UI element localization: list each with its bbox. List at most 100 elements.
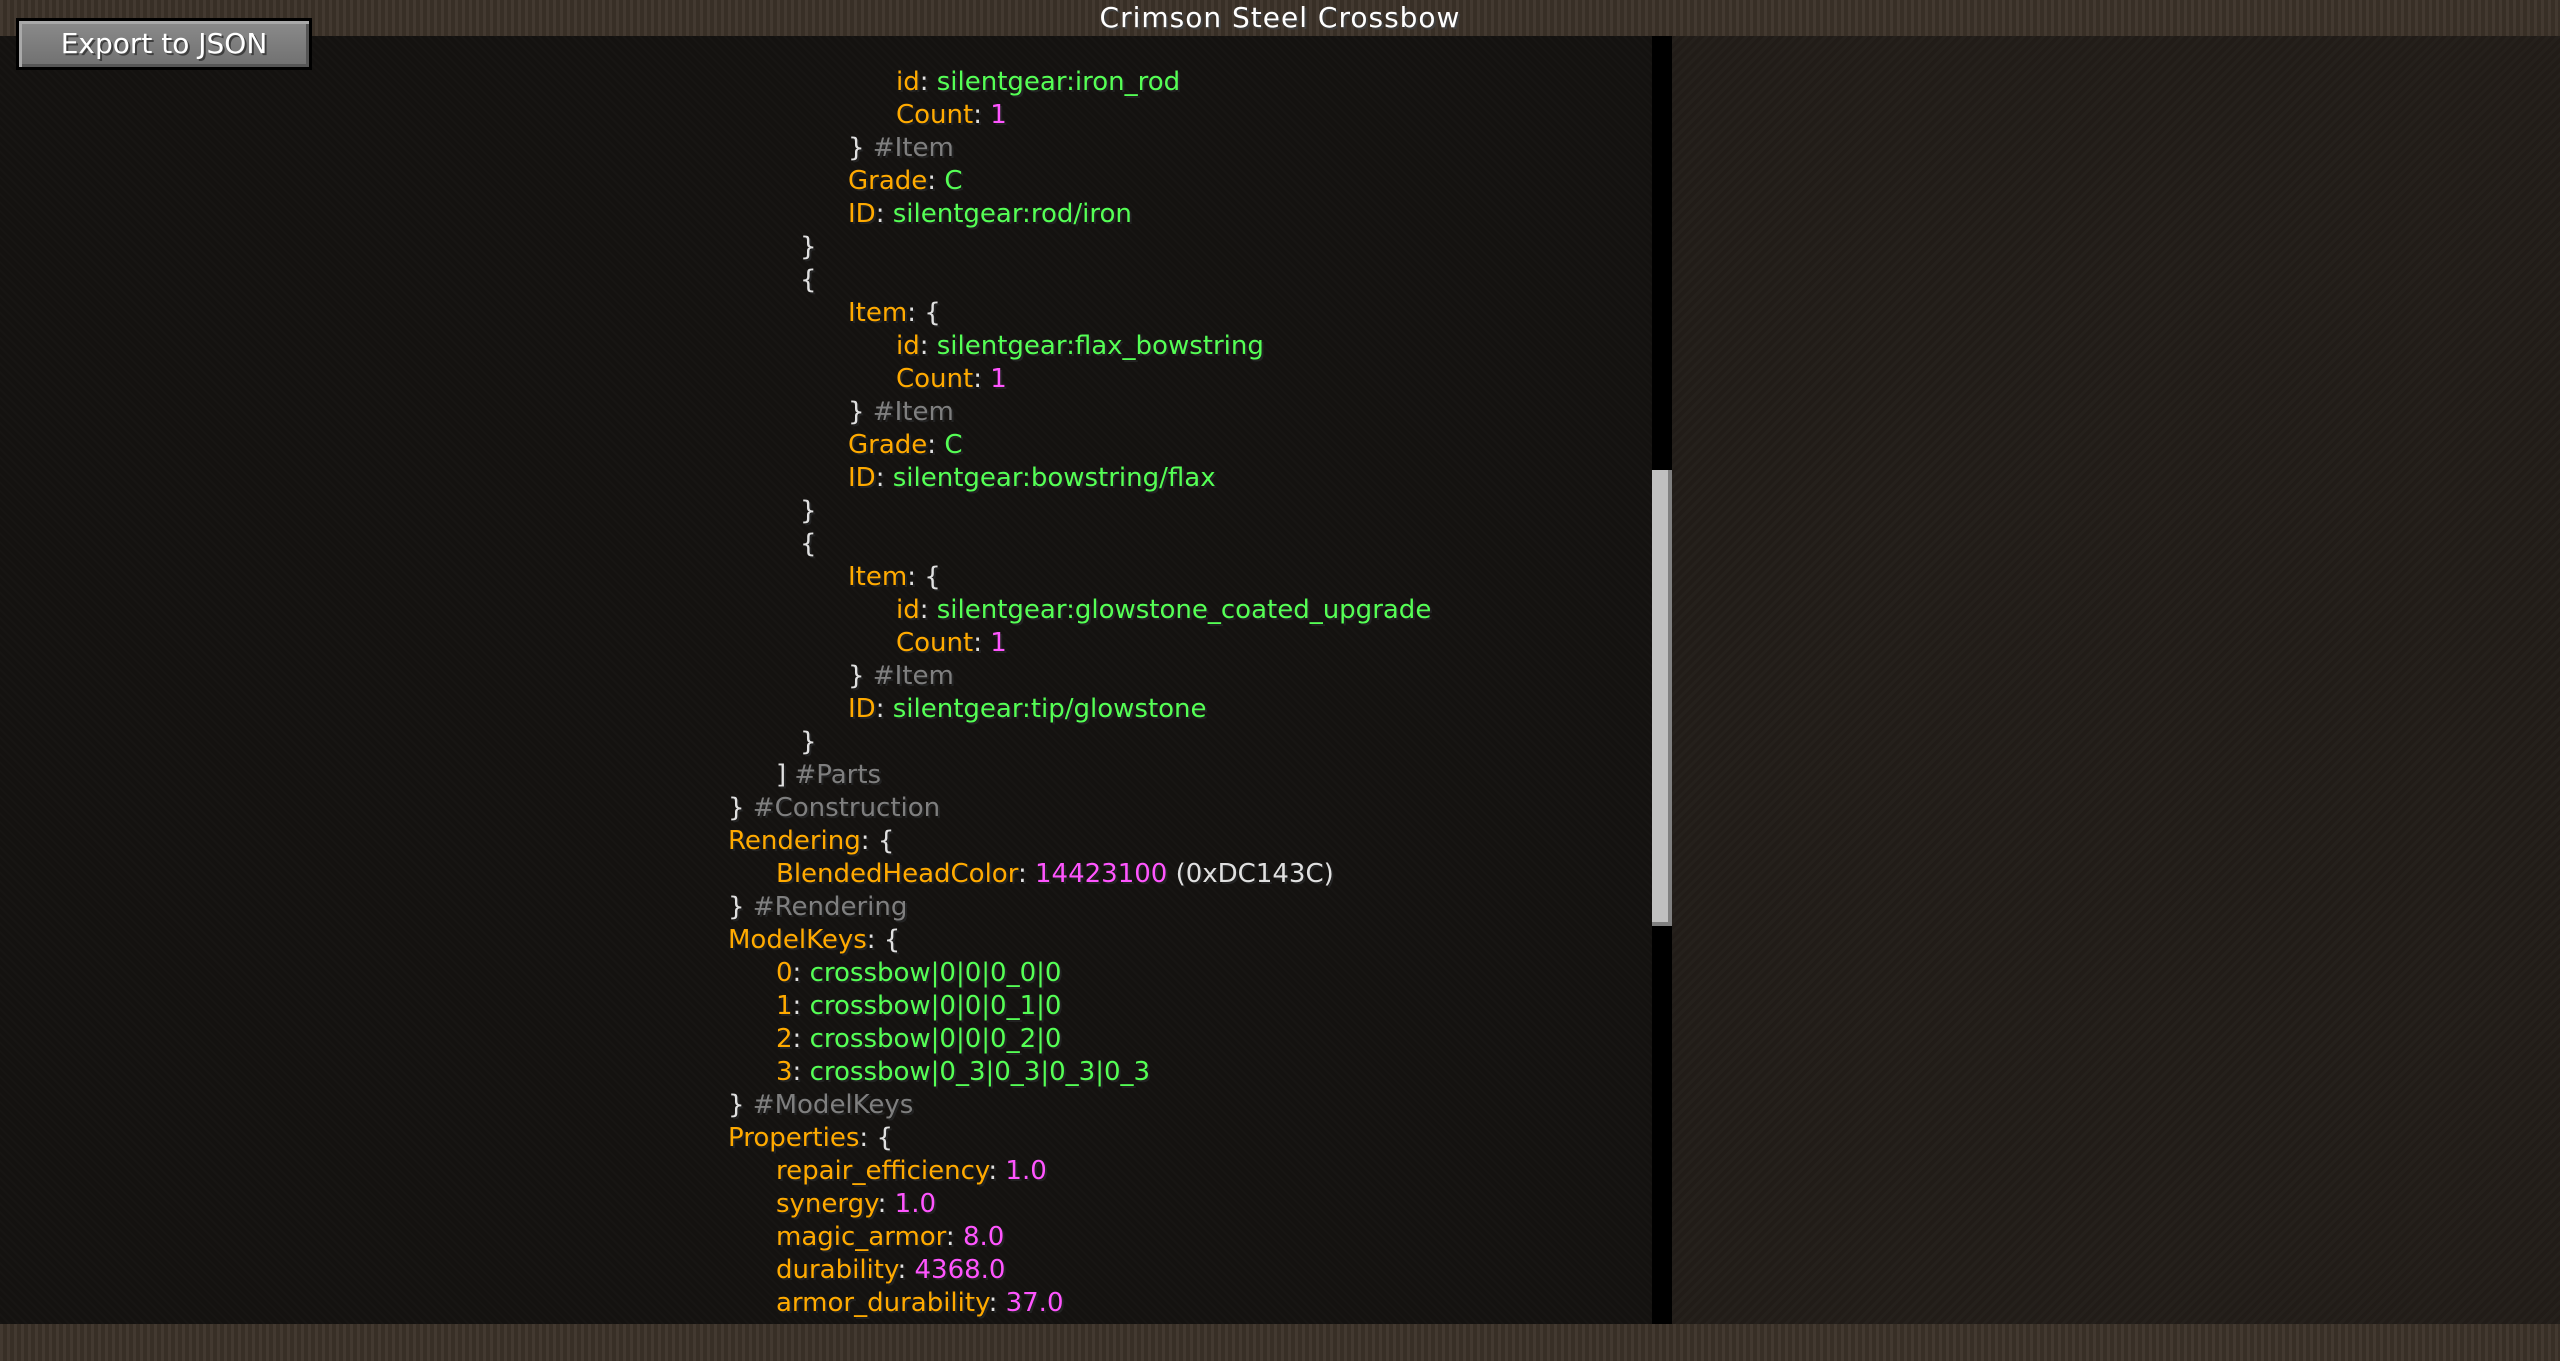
tree-line[interactable]: } (800, 495, 817, 528)
tree-line[interactable]: ID: silentgear:rod/iron (848, 198, 1132, 231)
tree-value: crossbow|0|0|0_1|0 (809, 991, 1062, 1021)
nbt-viewer-screen: Crimson Steel Crossbow id: silentgear:ir… (0, 0, 2560, 1361)
tree-line[interactable]: Count: 1 (896, 627, 1007, 660)
tree-key: durability (776, 1255, 898, 1285)
tree-line[interactable]: BlendedHeadColor: 14423100 (0xDC143C) (776, 858, 1334, 891)
tree-line[interactable]: } #Rendering (728, 891, 907, 924)
tree-comment: #ModelKeys (744, 1090, 914, 1120)
tree-line[interactable]: Count: 1 (896, 99, 1007, 132)
tree-value: 37.0 (1005, 1288, 1064, 1318)
tree-line[interactable]: { (800, 264, 817, 297)
tree-key: Count (896, 100, 974, 130)
tree-line[interactable]: 0: crossbow|0|0|0_0|0 (776, 957, 1061, 990)
tree-key: armor_durability (776, 1288, 989, 1318)
tree-value: 1 (990, 628, 1007, 658)
tree-value: silentgear:glowstone_coated_upgrade (936, 595, 1432, 625)
tree-separator: : (1017, 859, 1035, 889)
tree-line[interactable]: repair_efficiency: 1.0 (776, 1155, 1047, 1188)
tree-line[interactable]: } (800, 231, 817, 264)
tree-line[interactable]: ModelKeys: { (728, 924, 900, 957)
tree-line[interactable]: Grade: C (848, 429, 962, 462)
tree-line[interactable]: } #Item (848, 660, 954, 693)
tree-line[interactable]: ] #Parts (776, 759, 881, 792)
tree-separator: : (792, 991, 810, 1021)
tree-key: id (896, 67, 920, 97)
tree-separator: : (927, 430, 945, 460)
tree-bracket: ] (776, 760, 787, 790)
scrollbar-thumb[interactable] (1652, 470, 1672, 926)
tree-separator: : (792, 958, 810, 988)
tree-line[interactable]: } #Item (848, 132, 954, 165)
detail-panel (1672, 36, 2560, 1324)
tree-key: Grade (848, 166, 928, 196)
tree-key: 3 (776, 1057, 793, 1087)
tree-comment: #Rendering (744, 892, 908, 922)
tree-line[interactable]: synergy: 1.0 (776, 1188, 936, 1221)
tree-line[interactable]: Grade: C (848, 165, 962, 198)
tree-line[interactable]: Item: { (848, 561, 941, 594)
tree-line[interactable]: ID: silentgear:tip/glowstone (848, 693, 1207, 726)
tree-separator: : (875, 463, 893, 493)
tree-separator: : (919, 595, 937, 625)
tree-separator: : (866, 925, 884, 955)
tree-separator: : (919, 67, 937, 97)
tree-value: 1 (990, 364, 1007, 394)
tree-comment: #Item (864, 661, 954, 691)
tree-comment: #Item (864, 133, 954, 163)
tree-value: 1.0 (894, 1189, 937, 1219)
tree-line[interactable]: id: silentgear:flax_bowstring (896, 330, 1264, 363)
tree-key: id (896, 331, 920, 361)
tree-separator: : (919, 331, 937, 361)
tree-separator: : (860, 826, 878, 856)
tree-value: { (877, 826, 895, 856)
tree-line[interactable]: armor_durability: 37.0 (776, 1287, 1063, 1320)
tree-value: crossbow|0|0|0_2|0 (809, 1024, 1062, 1054)
tree-key: id (896, 595, 920, 625)
nbt-tree-panel[interactable]: id: silentgear:iron_rod Count: 1} #Item Gr… (0, 36, 1660, 1351)
tree-bracket: } (800, 727, 817, 757)
tree-line[interactable]: } (800, 726, 817, 759)
tree-line[interactable]: durability: 4368.0 (776, 1254, 1005, 1287)
tree-line[interactable]: Rendering: { (728, 825, 894, 858)
tree-key: Count (896, 628, 974, 658)
tree-separator: : (792, 1057, 810, 1087)
tree-key: ModelKeys (728, 925, 867, 955)
tree-value: silentgear:tip/glowstone (892, 694, 1207, 724)
tree-separator: : (875, 694, 893, 724)
tree-line[interactable]: Item: { (848, 297, 941, 330)
export-json-button[interactable]: Export to JSON (16, 18, 312, 70)
tree-line[interactable]: id: silentgear:glowstone_coated_upgrade (896, 594, 1431, 627)
tree-separator: : (859, 1123, 877, 1153)
tree-bracket: } (848, 133, 865, 163)
tree-key: repair_efficiency (776, 1156, 989, 1186)
tree-key: 1 (776, 991, 793, 1021)
tree-separator: : (988, 1156, 1006, 1186)
tree-separator: : (988, 1288, 1006, 1318)
tree-value: silentgear:iron_rod (936, 67, 1181, 97)
tree-line[interactable]: } #Item (848, 396, 954, 429)
tree-line[interactable]: id: silentgear:iron_rod (896, 66, 1180, 99)
tree-key: ID (848, 694, 876, 724)
tree-value: crossbow|0|0|0_0|0 (809, 958, 1062, 988)
tree-line[interactable]: { (800, 528, 817, 561)
tree-line[interactable]: 1: crossbow|0|0|0_1|0 (776, 990, 1061, 1023)
tree-value: 1 (990, 100, 1007, 130)
tree-line[interactable]: } #ModelKeys (728, 1089, 913, 1122)
tree-line[interactable]: 2: crossbow|0|0|0_2|0 (776, 1023, 1061, 1056)
tree-value: { (924, 298, 941, 328)
tree-line[interactable]: Properties: { (728, 1122, 893, 1155)
tree-value: silentgear:flax_bowstring (936, 331, 1264, 361)
tree-line[interactable]: ID: silentgear:bowstring/flax (848, 462, 1216, 495)
tree-line[interactable]: magic_armor: 8.0 (776, 1221, 1004, 1254)
tree-bracket: } (728, 892, 745, 922)
tree-separator: : (907, 298, 925, 328)
tree-value: { (924, 562, 941, 592)
tree-key: Grade (848, 430, 928, 460)
tree-line[interactable]: 3: crossbow|0_3|0_3|0_3|0_3 (776, 1056, 1150, 1089)
tree-separator: : (927, 166, 945, 196)
tree-line[interactable]: } #Construction (728, 792, 940, 825)
tree-separator: : (973, 100, 991, 130)
tree-value: 14423100 (1034, 859, 1168, 889)
tree-value: C (944, 430, 963, 460)
tree-line[interactable]: Count: 1 (896, 363, 1007, 396)
